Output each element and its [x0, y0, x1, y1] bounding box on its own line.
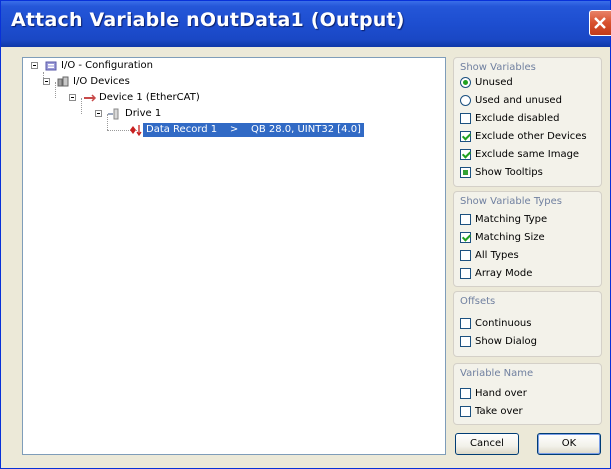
checkbox[interactable] — [460, 406, 471, 417]
checkbox[interactable] — [460, 388, 471, 399]
collapse-icon[interactable] — [69, 94, 76, 101]
collapse-icon[interactable] — [31, 62, 38, 69]
checkbox[interactable] — [460, 336, 471, 347]
option-label: Array Mode — [475, 268, 533, 279]
radio-button[interactable] — [460, 95, 471, 106]
tree-label: Device 1 (EtherCAT) — [99, 92, 200, 103]
checkbox[interactable] — [460, 149, 471, 160]
ethercat-device-icon — [83, 92, 97, 109]
variable-tree[interactable]: I/O - Configuration I/O Devices Device 1… — [22, 57, 446, 455]
variable-name-group: Variable Name Hand over Take over — [453, 363, 602, 425]
tree-label: I/O - Configuration — [61, 60, 153, 71]
close-button[interactable] — [589, 10, 611, 36]
option-label: Show Dialog — [475, 336, 538, 347]
show-variable-types-group: Show Variable Types Matching Type Matchi… — [453, 191, 602, 287]
group-title: Show Variable Types — [460, 196, 563, 207]
tree-label: I/O Devices — [73, 76, 130, 87]
tree-connector — [55, 82, 56, 98]
checkbox[interactable] — [460, 232, 471, 243]
checkbox[interactable] — [460, 131, 471, 142]
cancel-button[interactable]: Cancel — [455, 433, 519, 455]
option-label: All Types — [475, 250, 519, 261]
tree-connector — [81, 98, 82, 114]
checkbox[interactable] — [460, 113, 471, 124]
window-title: Attach Variable nOutData1 (Output) — [11, 9, 405, 31]
option-label: Exclude same Image — [475, 149, 580, 160]
option-label: Hand over — [475, 388, 527, 399]
tree-label: Drive 1 — [125, 108, 162, 119]
attach-variable-dialog: Attach Variable nOutData1 (Output) I/O -… — [0, 0, 611, 469]
option-label: Exclude other Devices — [475, 131, 587, 142]
drive-icon — [107, 108, 121, 125]
io-configuration-icon — [45, 60, 58, 77]
option-label: Matching Type — [475, 214, 548, 225]
ok-button[interactable]: OK — [537, 433, 601, 455]
io-devices-icon — [57, 76, 70, 93]
radio-button[interactable] — [460, 77, 471, 88]
checkbox[interactable] — [460, 214, 471, 225]
show-variables-group: Show Variables Unused Used and unused Ex… — [453, 57, 602, 187]
option-label: Exclude disabled — [475, 113, 560, 124]
title-bar[interactable]: Attach Variable nOutData1 (Output) — [1, 1, 611, 47]
option-label: Matching Size — [475, 232, 545, 243]
checkbox[interactable] — [460, 268, 471, 279]
checkbox[interactable] — [460, 318, 471, 329]
output-variable-icon — [129, 124, 143, 141]
offsets-group: Offsets Continuous Show Dialog — [453, 291, 602, 357]
group-title: Show Variables — [460, 62, 536, 73]
option-label: Unused — [475, 77, 513, 88]
checkbox[interactable] — [460, 250, 471, 261]
option-label: Take over — [475, 406, 523, 417]
group-title: Variable Name — [460, 368, 534, 379]
option-label: Continuous — [475, 318, 532, 329]
collapse-icon[interactable] — [95, 110, 102, 117]
option-label: Used and unused — [475, 95, 562, 106]
checkbox[interactable] — [460, 167, 471, 178]
option-label: Show Tooltips — [475, 167, 543, 178]
tree-label-selected: Data Record 1 > QB 28.0, UINT32 [4.0] — [143, 123, 364, 137]
collapse-icon[interactable] — [43, 78, 50, 85]
group-title: Offsets — [460, 296, 496, 307]
